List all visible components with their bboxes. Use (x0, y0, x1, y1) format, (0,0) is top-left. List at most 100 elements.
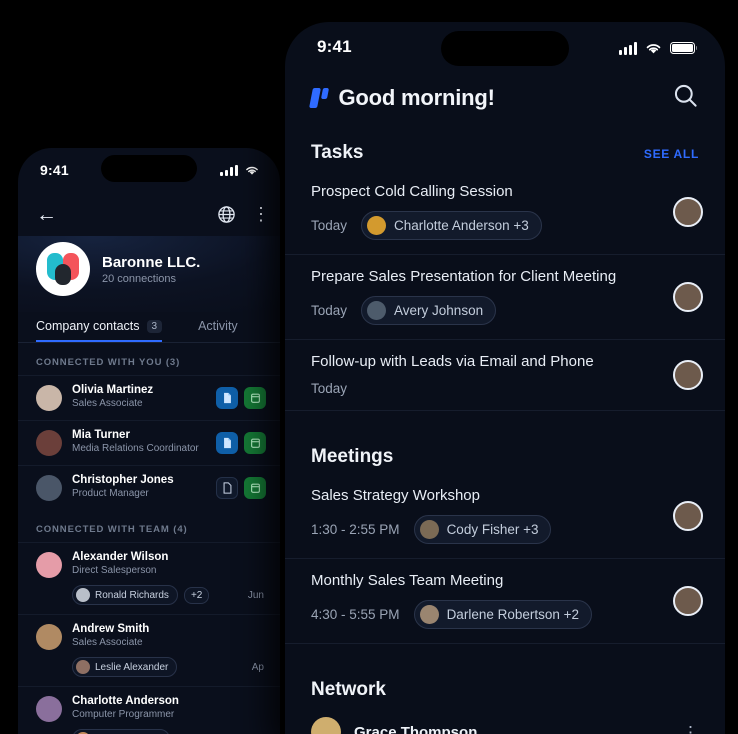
connection-chip[interactable]: Ronald Richards (72, 585, 178, 605)
tasks-see-all-link[interactable]: SEE ALL (644, 147, 699, 161)
battery-icon (670, 42, 698, 54)
meeting-row[interactable]: Sales Strategy Workshop 1:30 - 2:55 PM C… (285, 474, 725, 558)
section-divider (285, 643, 725, 669)
right-status-bar: 9:41 (285, 22, 725, 72)
calendar-icon[interactable] (244, 477, 266, 499)
contact-name: Alexander Wilson (72, 551, 169, 563)
more-vertical-icon[interactable]: ⋮ (252, 205, 270, 223)
contact-row[interactable]: Alexander Wilson Direct Salesperson Rona… (18, 542, 280, 614)
avatar[interactable] (673, 282, 703, 312)
connection-overflow-badge[interactable]: +2 (183, 586, 210, 604)
meeting-attendee-chip[interactable]: Darlene Robertson +2 (413, 600, 593, 629)
search-icon[interactable] (672, 82, 699, 114)
tasks-section-header: Tasks SEE ALL (285, 132, 725, 170)
left-status-bar: 9:41 (18, 148, 280, 192)
app-logo-icon (309, 88, 329, 108)
wifi-icon (646, 44, 661, 54)
avatar[interactable] (673, 501, 703, 531)
dynamic-island (441, 31, 569, 66)
contact-row[interactable]: Christopher Jones Product Manager (18, 465, 280, 510)
avatar (36, 624, 62, 650)
avatar (36, 552, 62, 578)
meeting-attendee-label: Cody Fisher +3 (446, 522, 539, 537)
task-meta: Today Avery Johnson (311, 296, 699, 325)
meeting-attendee-chip[interactable]: Cody Fisher +3 (413, 515, 552, 544)
calendar-icon[interactable] (244, 387, 266, 409)
avatar (367, 216, 387, 235)
task-assignee-chip[interactable]: Avery Johnson (361, 296, 497, 325)
back-arrow-icon[interactable]: ← (36, 204, 57, 225)
avatar (36, 475, 62, 501)
contact-row[interactable]: Andrew Smith Sales Associate Leslie Alex… (18, 614, 280, 686)
company-name: Baronne LLC. (102, 253, 201, 271)
document-icon[interactable] (216, 477, 238, 499)
status-icons (220, 164, 260, 176)
avatar[interactable] (673, 360, 703, 390)
network-title: Network (311, 679, 386, 700)
task-title: Prospect Cold Calling Session (311, 183, 513, 200)
contact-role: Direct Salesperson (72, 565, 157, 576)
screenshot-root: 9:41 ← ⋮ Baronne LLC. 20 connections Com… (0, 0, 738, 734)
contact-row[interactable]: Olivia Martinez Sales Associate (18, 375, 280, 420)
more-vertical-icon[interactable]: ⋮ (682, 724, 699, 734)
avatar (419, 605, 439, 624)
right-phone-screen: 9:41 Good morning! Tasks SEE ALL Prospec… (285, 22, 725, 734)
task-row[interactable]: Prospect Cold Calling Session Today Char… (285, 170, 725, 254)
globe-icon[interactable] (217, 205, 236, 224)
contact-row[interactable]: Charlotte Anderson Computer Programmer E… (18, 686, 280, 734)
network-row[interactable]: Grace Thompson ⋮ (285, 707, 725, 734)
contact-role: Computer Programmer (72, 709, 175, 720)
avatar (311, 717, 341, 734)
section-header-connected-with-you: CONNECTED WITH YOU (3) (36, 357, 181, 368)
contact-role: Sales Associate (72, 637, 143, 648)
dynamic-island (101, 155, 197, 182)
contact-name: Andrew Smith (72, 623, 150, 635)
tab-activity[interactable]: Activity (198, 312, 238, 342)
task-when: Today (311, 218, 348, 233)
contact-info: Mia Turner Media Relations Coordinator (72, 429, 199, 454)
document-icon[interactable] (216, 387, 238, 409)
cellular-signal-icon (220, 164, 238, 176)
connection-date: Jun (247, 589, 264, 601)
calendar-icon[interactable] (244, 432, 266, 454)
network-person-name: Grace Thompson (354, 723, 478, 734)
meetings-section-header: Meetings (285, 436, 725, 474)
task-assignee-chip[interactable]: Charlotte Anderson +3 (361, 211, 542, 240)
tab-company-contacts[interactable]: Company contacts 3 (36, 312, 163, 342)
task-row[interactable]: Follow-up with Leads via Email and Phone… (285, 339, 725, 410)
contact-role: Product Manager (72, 488, 149, 499)
avatar (76, 588, 90, 602)
meeting-row[interactable]: Monthly Sales Team Meeting 4:30 - 5:55 P… (285, 558, 725, 643)
task-title: Follow-up with Leads via Email and Phone (311, 353, 594, 370)
left-top-bar: ← ⋮ (18, 192, 280, 236)
avatar (76, 660, 90, 674)
meeting-attendee-label: Darlene Robertson +2 (446, 607, 580, 622)
connection-chip-label: Ronald Richards (95, 589, 169, 601)
left-phone-mockup: 9:41 ← ⋮ Baronne LLC. 20 connections Com… (18, 148, 280, 734)
contact-row[interactable]: Mia Turner Media Relations Coordinator (18, 420, 280, 465)
tab-company-contacts-label: Company contacts (36, 319, 140, 333)
meeting-when: 4:30 - 5:55 PM (311, 607, 400, 622)
company-profile-header: Baronne LLC. 20 connections (18, 236, 280, 312)
connection-chip-label: Leslie Alexander (95, 661, 169, 673)
contact-actions (216, 384, 266, 409)
contact-info: Christopher Jones Product Manager (72, 474, 174, 499)
connection-date: Ap (251, 661, 264, 673)
left-phone-screen: 9:41 ← ⋮ Baronne LLC. 20 connections Com… (18, 148, 280, 734)
task-assignee-label: Charlotte Anderson +3 (394, 218, 529, 233)
contact-info: Olivia Martinez Sales Associate (72, 384, 153, 409)
connection-chip[interactable]: Leslie Alexander (72, 657, 178, 677)
tab-activity-label: Activity (198, 319, 238, 333)
meeting-title: Monthly Sales Team Meeting (311, 572, 504, 589)
contact-info: Charlotte Anderson Computer Programmer (72, 695, 179, 720)
connection-chip[interactable]: Esther Howard (72, 729, 171, 734)
company-info: Baronne LLC. 20 connections (102, 254, 200, 285)
status-time: 9:41 (317, 37, 352, 56)
contact-actions (216, 429, 266, 454)
task-row[interactable]: Prepare Sales Presentation for Client Me… (285, 254, 725, 339)
contact-info: Andrew Smith Sales Associate (72, 623, 149, 648)
document-icon[interactable] (216, 432, 238, 454)
app-header: Good morning! (285, 72, 725, 132)
avatar[interactable] (673, 197, 703, 227)
avatar[interactable] (673, 586, 703, 616)
